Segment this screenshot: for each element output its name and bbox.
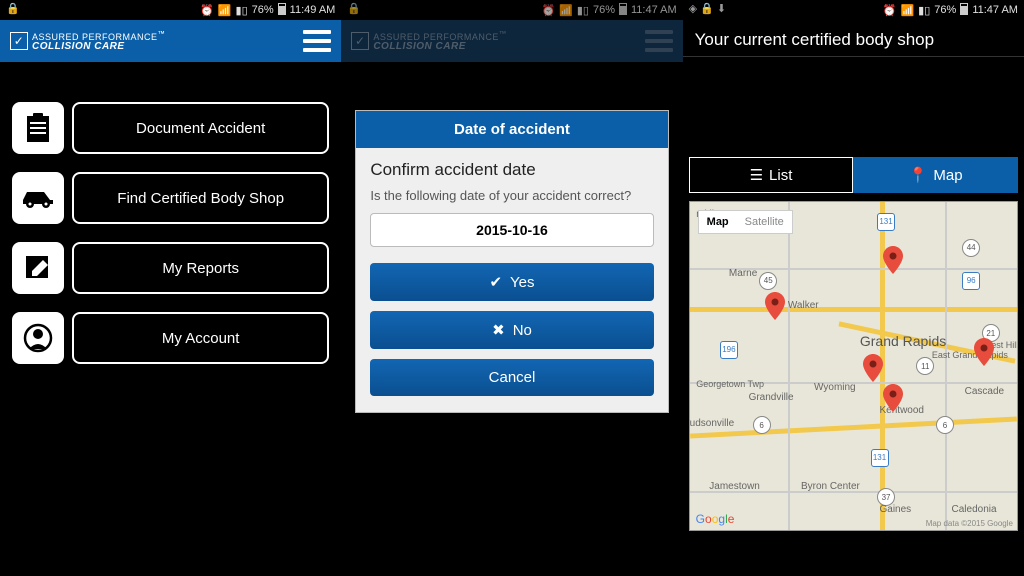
- city-label: Georgetown Twp: [696, 379, 764, 389]
- lock-notif-icon: 🔒: [700, 2, 714, 15]
- list-tab[interactable]: ☰ List: [689, 157, 854, 193]
- car-icon: [12, 172, 64, 224]
- map-pin[interactable]: [974, 338, 994, 366]
- battery-percent: 76%: [252, 4, 274, 16]
- route-shield: 131: [871, 449, 889, 467]
- map-pin[interactable]: [863, 354, 883, 382]
- city-label: Jamestown: [709, 481, 760, 492]
- battery-percent: 76%: [934, 4, 956, 16]
- screen-main-menu: 🔒 ⏰ 📶 ▮▯ 76% 11:49 AM ✓ ASSURED PERFORMA…: [0, 0, 341, 576]
- my-reports-button[interactable]: My Reports: [72, 242, 329, 294]
- find-shop-button[interactable]: Find Certified Body Shop: [72, 172, 329, 224]
- notification-icon: 🔒: [6, 2, 20, 15]
- map-pin[interactable]: [883, 246, 903, 274]
- map-type-control[interactable]: Map Satellite: [698, 210, 793, 234]
- page-title: Your current certified body shop: [683, 20, 1024, 57]
- alarm-icon: ⏰: [200, 4, 214, 17]
- yes-button[interactable]: ✔Yes: [370, 263, 653, 301]
- route-shield: 6: [936, 416, 954, 434]
- route-shield: 45: [759, 272, 777, 290]
- shield-notif-icon: ◈: [689, 2, 697, 15]
- route-shield: 11: [916, 357, 934, 375]
- alarm-icon: ⏰: [883, 4, 897, 17]
- clipboard-icon: [12, 102, 64, 154]
- route-shield: 196: [720, 341, 738, 359]
- clock-text: 11:47 AM: [972, 4, 1018, 16]
- route-shield: 44: [962, 239, 980, 257]
- city-label: Gaines: [880, 504, 912, 515]
- screen-map: ◈ 🔒 ⬇ ⏰ 📶 ▮▯ 76% 11:47 AM Your current c…: [683, 0, 1024, 576]
- city-label: Cascade: [965, 386, 1004, 397]
- cancel-button[interactable]: Cancel: [370, 359, 653, 396]
- map-attribution: Map data ©2015 Google: [926, 519, 1013, 528]
- dialog-question: Is the following date of your accident c…: [370, 188, 653, 203]
- download-notif-icon: ⬇: [717, 2, 726, 15]
- city-label: Grandville: [749, 392, 794, 403]
- city-label: East Grand Rapids: [932, 350, 1008, 360]
- no-button[interactable]: ✖No: [370, 311, 653, 349]
- status-bar: ◈ 🔒 ⬇ ⏰ 📶 ▮▯ 76% 11:47 AM: [683, 0, 1024, 20]
- document-accident-button[interactable]: Document Accident: [72, 102, 329, 154]
- x-icon: ✖: [492, 321, 505, 339]
- check-icon: ✔: [489, 273, 502, 291]
- city-label: Wyoming: [814, 382, 856, 393]
- city-label: udsonville: [690, 418, 734, 429]
- dialog-heading: Confirm accident date: [370, 160, 653, 180]
- map-type-satellite[interactable]: Satellite: [737, 211, 792, 233]
- my-account-button[interactable]: My Account: [72, 312, 329, 364]
- dialog-title: Date of accident: [356, 111, 667, 148]
- route-shield: 96: [962, 272, 980, 290]
- main-menu: Document Accident Find Certified Body Sh…: [0, 62, 341, 364]
- battery-icon: [278, 3, 286, 18]
- map-pin[interactable]: [765, 292, 785, 320]
- wifi-icon: 📶: [900, 4, 914, 17]
- city-label: Marne: [729, 268, 757, 279]
- check-icon: ✓: [10, 32, 28, 50]
- list-icon: ☰: [750, 166, 763, 184]
- app-header: ✓ ASSURED PERFORMANCE™ COLLISION CARE: [0, 20, 341, 62]
- pin-icon: 📍: [909, 166, 928, 184]
- battery-icon: [960, 3, 968, 18]
- route-shield: 131: [877, 213, 895, 231]
- signal-icon: ▮▯: [918, 4, 930, 17]
- map-tab[interactable]: 📍 Map: [853, 157, 1018, 193]
- city-label: Walker: [788, 300, 819, 311]
- clock-text: 11:49 AM: [290, 4, 336, 16]
- status-bar: 🔒 ⏰ 📶 ▮▯ 76% 11:49 AM: [0, 0, 341, 20]
- date-input[interactable]: 2015-10-16: [370, 213, 653, 247]
- menu-button[interactable]: [303, 30, 331, 52]
- google-logo: Google: [696, 512, 735, 526]
- account-icon: [12, 312, 64, 364]
- route-shield: 6: [753, 416, 771, 434]
- signal-icon: ▮▯: [236, 4, 248, 17]
- city-label: Grand Rapids: [860, 333, 946, 349]
- screen-date-dialog: 🔒 ⏰ 📶 ▮▯ 76% 11:47 AM ✓ ASSURED PERFORMA…: [341, 0, 682, 576]
- brand-logo: ✓ ASSURED PERFORMANCE™ COLLISION CARE: [10, 30, 166, 52]
- view-tabs: ☰ List 📍 Map: [689, 157, 1018, 193]
- accident-date-dialog: Date of accident Confirm accident date I…: [355, 110, 668, 413]
- map-view[interactable]: Map Satellite 131 131 96 196 44 45 11 6 …: [689, 201, 1018, 531]
- city-label: Byron Center: [801, 481, 860, 492]
- map-type-map[interactable]: Map: [699, 211, 737, 233]
- edit-icon: [12, 242, 64, 294]
- wifi-icon: 📶: [218, 4, 232, 17]
- map-pin[interactable]: [883, 384, 903, 412]
- city-label: Caledonia: [952, 504, 997, 515]
